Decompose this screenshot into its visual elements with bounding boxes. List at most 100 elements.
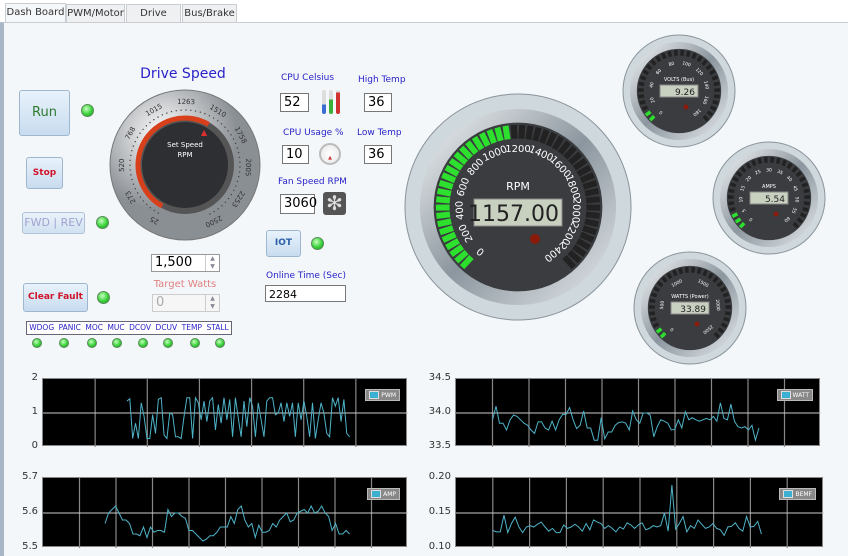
gauge-segment [639, 99, 646, 105]
knob-tick [204, 113, 206, 115]
gauge-segment [775, 157, 781, 165]
knob-scale-label: 2005 [244, 158, 253, 176]
knob-tick [233, 189, 235, 192]
fault-moc: MOC [85, 323, 103, 332]
online-time-field: 2284 [265, 285, 346, 302]
gauge-segment [642, 69, 650, 76]
gauge-segment [724, 298, 731, 304]
gauge-segment [653, 286, 661, 293]
y-tick-label: 2 [31, 372, 38, 383]
gauge-segment [438, 225, 454, 236]
thermometer-icon [318, 90, 343, 116]
gauge-title: VOLTS (Bus) [664, 77, 694, 83]
y-tick-label: 0.10 [428, 541, 451, 552]
gauge-indicator [683, 104, 689, 110]
gauge-segment [685, 50, 691, 58]
low-temp-label: Low Temp [357, 128, 402, 138]
gauge-segment [720, 322, 728, 328]
fault-muc: MUC [107, 323, 125, 332]
low-temp-field: 36 [364, 145, 392, 164]
fan-speed-label: Fan Speed RPM [278, 177, 347, 187]
knob-tick [157, 212, 160, 214]
gauge-value: 9.26 [675, 88, 695, 98]
gauge-segment [661, 52, 667, 60]
fault-led-dcuv [163, 338, 173, 348]
gauge-segment [798, 176, 806, 183]
gauge-segment [724, 311, 731, 316]
knob-tick [224, 201, 227, 204]
fault-led-temp [190, 338, 200, 348]
knob-tick [139, 132, 141, 134]
gauge-tick-label: 2000 [714, 299, 721, 311]
chart-plot-area [43, 379, 408, 447]
gauge-segment [728, 201, 735, 206]
knob-tick [149, 206, 151, 209]
fault-led-panic [59, 338, 69, 348]
gauge-indicator [530, 234, 540, 244]
spinner-arrows-icon[interactable]: ▲ ▼ [205, 255, 219, 271]
fault-led-stall [215, 338, 225, 348]
amp-chart: AMP [42, 477, 408, 548]
gauge-segment [781, 159, 787, 167]
knob-tick [232, 138, 235, 140]
tab-bus-brake[interactable]: Bus/Brake [182, 4, 237, 23]
gauge-segment [585, 196, 600, 204]
tab-pwm-motor[interactable]: PWM/Motor [66, 4, 125, 23]
legend-swatch [783, 490, 794, 498]
clear-fault-button[interactable]: Clear Fault [23, 283, 88, 312]
tab-drive[interactable]: Drive [126, 4, 181, 23]
chart-legend: PWM [365, 389, 400, 401]
gauge-title: WATTS (Power) [671, 294, 709, 300]
gauge-segment [667, 50, 673, 58]
iot-button[interactable]: IOT [266, 230, 301, 257]
set-speed-input[interactable]: 1,500 ▲ ▼ [151, 254, 220, 272]
fault-dcuv: DCUV [155, 323, 178, 332]
gauge-segment [652, 322, 660, 328]
knob-tick [208, 115, 211, 117]
knob-tick [131, 178, 133, 181]
y-tick-label: 0.20 [428, 471, 451, 482]
gauge-segment [502, 125, 511, 140]
gauge-segment [525, 125, 534, 140]
gauge-segment [691, 52, 697, 60]
watt-chart: WATT [455, 378, 821, 447]
amps-gauge: 0510152025 30 354045505560AMPS5.54 [712, 141, 826, 255]
gauge-segment [803, 188, 810, 194]
knob-tick [157, 116, 159, 118]
y-tick-label: 5.6 [22, 506, 38, 517]
knob-scale-label: 520 [118, 159, 126, 172]
set-speed-value: 1,500 [155, 255, 193, 270]
knob-tick [136, 192, 139, 194]
knob-tick [145, 203, 148, 206]
gauge-segment [799, 212, 807, 218]
gauge-segment [436, 196, 451, 204]
target-watts-value: 0 [156, 295, 165, 310]
gauge-value: 1157.00 [468, 202, 559, 227]
gauge-segment [584, 218, 599, 228]
run-button[interactable]: Run [19, 90, 70, 136]
fault-stall: STALL [206, 323, 229, 332]
speed-knob[interactable]: 252735207681015126315101758200522532500▲… [108, 88, 263, 243]
gauge-segment [436, 211, 451, 219]
target-watts-input[interactable]: 0 ▲ ▼ [152, 294, 220, 312]
knob-tick [227, 197, 230, 200]
tab-dash-board[interactable]: Dash Board [5, 3, 66, 23]
gauge-segment [731, 212, 739, 218]
legend-label: WATT [792, 391, 809, 399]
fwd-rev-button[interactable]: FWD | REV [22, 212, 85, 234]
y-tick-label: 0.15 [428, 506, 451, 517]
fault-led [97, 291, 110, 304]
gauge-segment [802, 206, 809, 212]
spinner-arrows-icon[interactable]: ▲ ▼ [205, 295, 219, 311]
gauge-segment [532, 126, 542, 142]
legend-label: AMP [383, 490, 396, 498]
legend-swatch [371, 490, 382, 498]
cpu-usage-field: 10 [282, 145, 309, 164]
fault-led-muc [112, 338, 122, 348]
y-tick-label: 34.0 [428, 406, 451, 417]
y-tick-label: 1 [31, 406, 38, 417]
knob-tick [209, 213, 211, 215]
gauge-tick-label: 30 [766, 167, 772, 173]
stop-button[interactable]: Stop [26, 157, 63, 189]
chart-plot-area [43, 478, 408, 548]
